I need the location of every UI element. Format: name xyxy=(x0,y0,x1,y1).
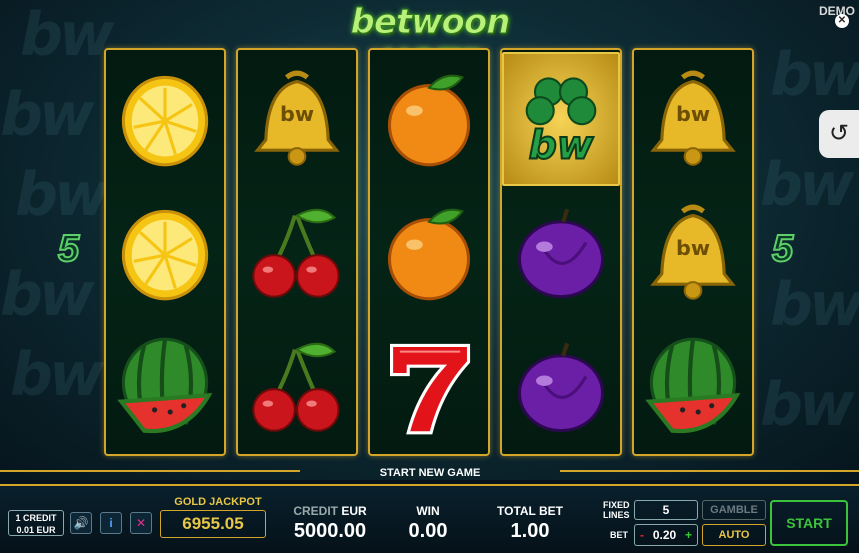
svg-text:bw: bw xyxy=(676,236,710,260)
bw-watermark: bw xyxy=(760,150,854,220)
payline-count-left: 5 xyxy=(57,227,80,271)
history-icon[interactable]: ↺ xyxy=(819,110,859,158)
auto-button[interactable]: AUTO xyxy=(702,524,766,546)
win-label: WIN xyxy=(416,504,440,518)
credit-value: 5000.00 xyxy=(293,520,367,542)
bw-watermark: bw xyxy=(760,370,854,440)
total-bet-value: 1.00 xyxy=(510,520,550,542)
fixed-lines-label-2: LINES xyxy=(603,510,630,520)
watermelon-icon xyxy=(106,320,224,454)
total-bet-label: TOTAL BET xyxy=(497,504,563,518)
credit-currency: EUR xyxy=(341,504,367,518)
cherry-icon xyxy=(238,320,356,454)
lemon-icon xyxy=(106,52,224,186)
reel-4: bw xyxy=(500,48,622,456)
total-bet-display: TOTAL BET 1.00 xyxy=(490,504,570,543)
clover-wild-icon: bw xyxy=(502,52,620,186)
orange-icon xyxy=(370,186,488,320)
bw-watermark: bw xyxy=(20,0,114,70)
game-logo: betwoon HOT5 xyxy=(350,2,511,83)
jackpot-label: GOLD JACKPOT xyxy=(174,496,262,508)
win-value: 0.00 xyxy=(408,520,448,542)
fixed-lines-value: 5 xyxy=(634,500,698,520)
credit-label: CREDIT xyxy=(293,504,338,518)
bw-watermark: bw xyxy=(15,160,109,230)
lemon-icon xyxy=(106,186,224,320)
control-bar: 1 CREDIT 0.01 EUR 🔊 i ✕ GOLD JACKPOT 695… xyxy=(0,484,859,553)
plum-icon xyxy=(502,186,620,320)
reel-1 xyxy=(104,48,226,456)
svg-text:bw: bw xyxy=(676,102,710,126)
sound-icon[interactable]: 🔊 xyxy=(70,512,92,534)
bet-value: 0.20 xyxy=(652,528,677,542)
cherry-icon xyxy=(238,186,356,320)
bet-stepper: - 0.20 + xyxy=(634,524,698,546)
win-display: WIN 0.00 xyxy=(396,504,460,543)
denomination-value: 0.01 EUR xyxy=(16,525,56,535)
reel-3 xyxy=(368,48,490,456)
fixed-lines-label-1: FIXED xyxy=(603,500,630,510)
close-icon[interactable]: ✕ xyxy=(835,14,849,28)
bell-icon: bw xyxy=(238,52,356,186)
denomination-credit: 1 CREDIT xyxy=(15,513,57,523)
bet-increase-button[interactable]: + xyxy=(685,528,692,542)
info-icon[interactable]: i xyxy=(100,512,122,534)
divider xyxy=(0,470,300,472)
reel-2: bw xyxy=(236,48,358,456)
game-stage: bw bw bw bw bw bw bw bw bw betwoon HOT5 … xyxy=(0,0,859,480)
bet-decrease-button[interactable]: - xyxy=(640,528,644,542)
bell-icon: bw xyxy=(634,52,752,186)
svg-text:bw: bw xyxy=(529,123,594,169)
status-message: START NEW GAME xyxy=(379,467,481,479)
plum-icon xyxy=(502,320,620,454)
start-button[interactable]: START xyxy=(770,500,848,546)
divider xyxy=(560,470,859,472)
payline-count-right: 5 xyxy=(771,227,794,271)
orange-icon xyxy=(370,52,488,186)
bw-watermark: bw xyxy=(10,340,104,410)
seven-icon xyxy=(370,320,488,454)
bw-watermark: bw xyxy=(0,80,94,150)
watermelon-icon xyxy=(634,320,752,454)
bell-icon: bw xyxy=(634,186,752,320)
reel-5: bw bw xyxy=(632,48,754,456)
gamble-button[interactable]: GAMBLE xyxy=(702,500,766,520)
bw-watermark: bw xyxy=(770,40,859,110)
credit-display: CREDIT EUR 5000.00 xyxy=(290,504,370,543)
bet-label: BET xyxy=(610,530,628,540)
denomination-selector[interactable]: 1 CREDIT 0.01 EUR xyxy=(8,510,64,536)
svg-text:bw: bw xyxy=(280,102,314,126)
bw-watermark: bw xyxy=(770,270,859,340)
jackpot-value: 6955.05 xyxy=(160,510,266,538)
fullscreen-icon[interactable]: ✕ xyxy=(130,512,152,534)
